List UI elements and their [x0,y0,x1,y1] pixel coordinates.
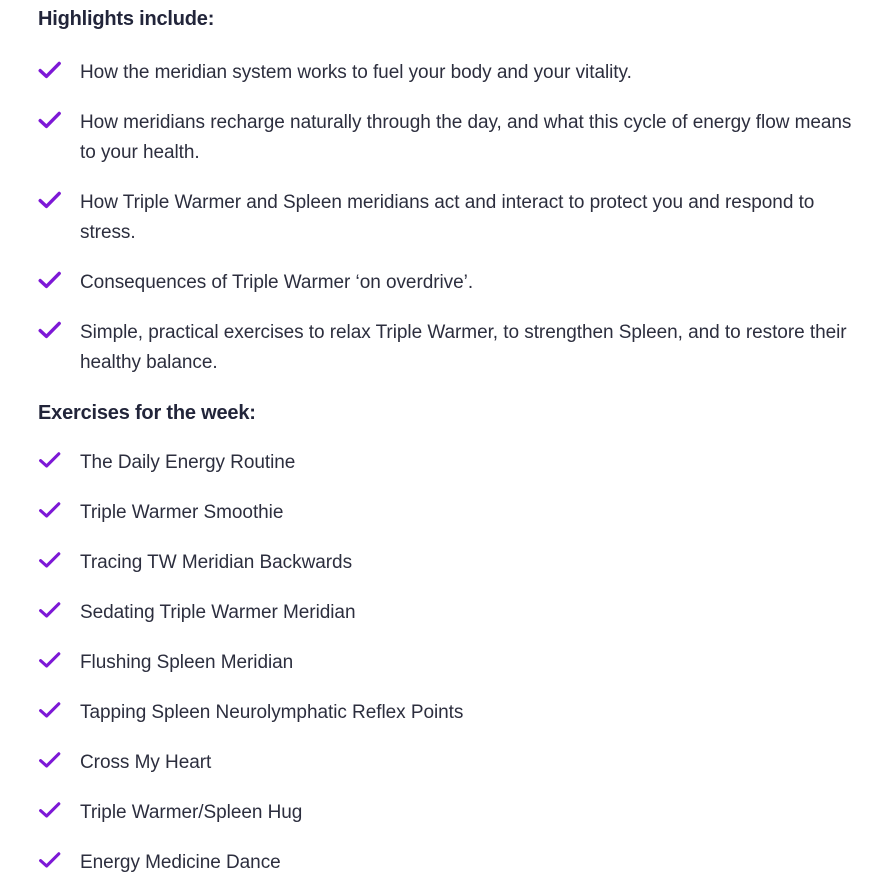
list-item-label: Simple, practical exercises to relax Tri… [80,322,847,373]
list-item: Flushing Spleen Meridian [38,648,858,678]
check-icon [38,318,64,341]
check-icon [38,268,64,291]
list-item: The Daily Energy Routine [38,448,858,478]
list-item-label: Tracing TW Meridian Backwards [80,552,353,573]
check-icon [38,448,64,471]
list-item-label: How the meridian system works to fuel yo… [80,62,632,83]
check-icon [38,498,64,521]
list-item-label: How Triple Warmer and Spleen meridians a… [80,192,815,243]
check-icon [38,548,64,571]
check-icon [38,798,64,821]
check-icon [38,58,64,81]
list-item-label: Triple Warmer/Spleen Hug [80,802,303,823]
list-item: Tapping Spleen Neurolymphatic Reflex Poi… [38,698,858,728]
list-item: Triple Warmer Smoothie [38,498,858,528]
check-icon [38,648,64,671]
list-item: Cross My Heart [38,748,858,778]
list-item: Tracing TW Meridian Backwards [38,548,858,578]
check-icon [38,598,64,621]
check-icon [38,108,64,131]
list-item: How the meridian system works to fuel yo… [38,58,858,88]
list-item: How Triple Warmer and Spleen meridians a… [38,188,858,248]
list-item: Consequences of Triple Warmer ‘on overdr… [38,268,858,298]
list-item-label: Sedating Triple Warmer Meridian [80,602,356,623]
check-icon [38,848,64,871]
list-item: Energy Medicine Dance [38,848,858,878]
list-item-label: The Daily Energy Routine [80,452,296,473]
list-item-label: Tapping Spleen Neurolymphatic Reflex Poi… [80,702,464,723]
course-module-content: Highlights include: How the meridian sys… [0,0,876,894]
exercises-heading: Exercises for the week: [38,402,256,424]
list-item-label: Cross My Heart [80,752,212,773]
list-item-label: How meridians recharge naturally through… [80,112,852,163]
list-item: Simple, practical exercises to relax Tri… [38,318,858,378]
list-item: Triple Warmer/Spleen Hug [38,798,858,828]
list-item-label: Flushing Spleen Meridian [80,652,294,673]
check-icon [38,698,64,721]
list-item-label: Energy Medicine Dance [80,852,281,873]
highlights-heading: Highlights include: [38,8,215,30]
check-icon [38,188,64,211]
list-item-label: Consequences of Triple Warmer ‘on overdr… [80,272,474,293]
check-icon [38,748,64,771]
list-item: How meridians recharge naturally through… [38,108,858,168]
list-item-label: Triple Warmer Smoothie [80,502,284,523]
list-item: Sedating Triple Warmer Meridian [38,598,858,628]
